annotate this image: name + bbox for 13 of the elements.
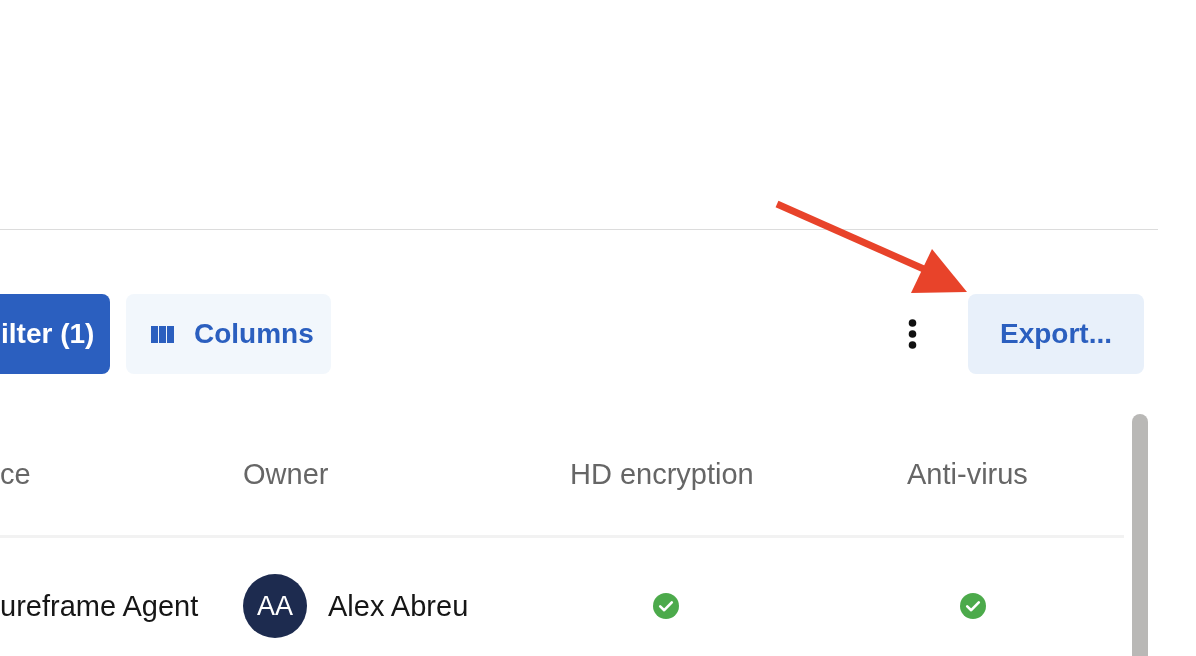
- filter-button[interactable]: ilter (1): [0, 294, 110, 374]
- owner-name: Alex Abreu: [328, 589, 469, 623]
- table-cell: ureframe Agent: [0, 589, 199, 623]
- column-header: ce: [0, 458, 31, 491]
- column-header: Anti-virus: [907, 458, 1028, 491]
- scrollbar-thumb[interactable]: [1132, 414, 1148, 656]
- columns-icon: [151, 325, 174, 343]
- column-header: Owner: [243, 458, 329, 491]
- more-options-icon[interactable]: [908, 319, 917, 349]
- columns-button[interactable]: Columns: [126, 294, 331, 374]
- column-header: HD encryption: [570, 458, 754, 491]
- owner-avatar: AA: [243, 574, 307, 638]
- export-button[interactable]: Export...: [968, 294, 1144, 374]
